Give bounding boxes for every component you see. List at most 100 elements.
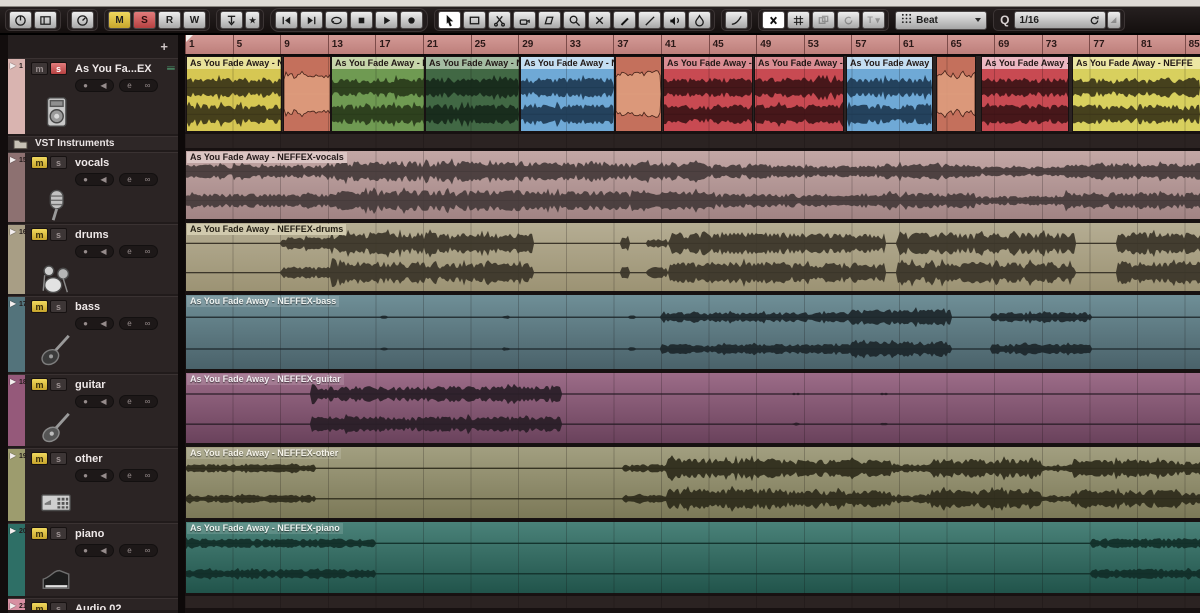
track-edit-button[interactable]: e (124, 319, 135, 328)
erase-tool[interactable] (538, 11, 562, 29)
record-button[interactable] (400, 11, 424, 29)
track-monitor-button[interactable]: ◀ (98, 319, 109, 328)
track-edit-button[interactable]: e (124, 397, 135, 406)
track-name[interactable]: Audio 02 (75, 603, 121, 611)
autoscroll-button[interactable] (220, 11, 243, 29)
track-color-strip[interactable]: ▶ 20 (8, 524, 27, 596)
instrument-clip[interactable]: As You Fade Away - NE (754, 56, 844, 132)
track-row-audio-02[interactable]: ▶ 21 m s Audio 02 (8, 598, 178, 610)
track-link-button[interactable]: ∞ (142, 546, 153, 555)
quantize-panel-button[interactable]: ◢ (1106, 11, 1121, 29)
track-solo-button[interactable]: s (50, 228, 67, 241)
track-expand-arrow[interactable]: ▶ (10, 299, 16, 308)
track-mute-button[interactable]: m (31, 527, 48, 540)
activate-project-button[interactable] (9, 11, 32, 29)
audio-clip-bass[interactable]: As You Fade Away - NEFFEX-bass (185, 294, 1200, 370)
grid-button[interactable] (787, 11, 811, 29)
instrument-clip[interactable]: As You Fade Away - NE (331, 56, 425, 132)
track-link-button[interactable]: ∞ (142, 319, 153, 328)
track-expand-arrow[interactable]: ▶ (10, 155, 16, 164)
track-record-button[interactable]: ● (80, 397, 91, 406)
track-link-button[interactable]: ∞ (142, 397, 153, 406)
instrument-clip[interactable]: As You Fade Away - NE (186, 56, 282, 132)
audio-clip-piano[interactable]: As You Fade Away - NEFFEX-piano (185, 521, 1200, 594)
track-monitor-button[interactable]: ◀ (98, 81, 109, 90)
goto-start-button[interactable] (275, 11, 299, 29)
instrument-clip[interactable]: As You Fade Away - NE (663, 56, 753, 132)
quantize-value-field[interactable]: 1/16 (1013, 11, 1106, 29)
track-edit-button[interactable]: e (124, 471, 135, 480)
track-link-button[interactable]: ∞ (142, 81, 153, 90)
track-row-folder[interactable]: VST Instruments (8, 136, 178, 150)
track-color-strip[interactable]: ▶ 15 (8, 153, 27, 222)
panel-divider[interactable] (178, 35, 185, 613)
track-name[interactable]: vocals (75, 157, 109, 169)
instrument-clip[interactable]: As You Fade Away - NEFFE (1072, 56, 1200, 132)
track-edit-button[interactable]: e (124, 175, 135, 184)
split-tool[interactable] (488, 11, 512, 29)
audio-clip-other[interactable]: As You Fade Away - NEFFEX-other (185, 446, 1200, 519)
track-edit-button[interactable]: e (124, 81, 135, 90)
track-color-strip[interactable]: ▶ 21 (8, 599, 27, 610)
track-record-button[interactable]: ● (80, 81, 91, 90)
write-automation-button[interactable]: W (183, 11, 206, 29)
range-tool[interactable] (463, 11, 487, 29)
instrument-clip[interactable] (936, 56, 976, 132)
track-row-drums[interactable]: ▶ 16 m s drums ● ◀ e ∞ (8, 224, 178, 294)
instrument-clip[interactable]: As You Fade Away - NE (520, 56, 615, 132)
zoom-tool[interactable] (563, 11, 587, 29)
stop-button[interactable] (350, 11, 374, 29)
setup-window-layout-button[interactable] (34, 11, 57, 29)
audio-clip-drums[interactable]: As You Fade Away - NEFFEX-drums (185, 222, 1200, 292)
track-name[interactable]: piano (75, 528, 104, 540)
timeline-ruler[interactable]: 1 5 9 13 17 21 25 29 33 37 41 45 49 53 57 61 65 69 73 77 81 8… (185, 35, 1200, 56)
track-expand-arrow[interactable]: ▶ (10, 227, 16, 236)
track-solo-button[interactable]: s (50, 602, 67, 610)
track-name[interactable]: guitar (75, 379, 106, 391)
glue-tool[interactable] (513, 11, 537, 29)
track-row-vocals[interactable]: ▶ 15 m s vocals ● ◀ e ∞ (8, 152, 178, 222)
mute-tool[interactable] (588, 11, 612, 29)
play-tool[interactable] (663, 11, 687, 29)
track-solo-button[interactable]: s (50, 62, 67, 75)
track-solo-button[interactable]: s (50, 156, 67, 169)
track-link-button[interactable]: ∞ (142, 175, 153, 184)
track-name[interactable]: bass (75, 301, 100, 313)
track-monitor-button[interactable]: ◀ (98, 471, 109, 480)
track-expand-arrow[interactable]: ▶ (10, 61, 16, 70)
track-edit-button[interactable]: e (124, 546, 135, 555)
track-link-button[interactable]: ∞ (142, 471, 153, 480)
track-record-button[interactable]: ● (80, 471, 91, 480)
track-row-bass[interactable]: ▶ 17 m s bass ● ◀ e ∞ (8, 296, 178, 372)
draw-tool[interactable] (613, 11, 637, 29)
track-solo-button[interactable]: s (50, 452, 67, 465)
track-mute-button[interactable]: m (31, 602, 48, 610)
track-link-button[interactable]: ∞ (142, 247, 153, 256)
track-monitor-button[interactable]: ◀ (98, 546, 109, 555)
mute-all-button[interactable]: M (108, 11, 131, 29)
track-mute-button[interactable]: m (31, 228, 48, 241)
track-name[interactable]: drums (75, 229, 109, 241)
instrument-clip[interactable]: As You Fade Away - NE (425, 56, 520, 132)
track-row-other[interactable]: ▶ 19 m s other ● ◀ e ∞ (8, 448, 178, 521)
track-monitor-button[interactable]: ◀ (98, 247, 109, 256)
track-color-strip[interactable]: ▶ 18 (8, 375, 27, 446)
autoscroll-options-button[interactable]: ★ (245, 11, 261, 29)
track-mute-button[interactable]: m (31, 62, 48, 75)
track-record-button[interactable]: ● (80, 175, 91, 184)
track-color-strip[interactable]: ▶ 1 (8, 59, 25, 134)
track-color-strip[interactable]: ▶ 19 (8, 449, 27, 521)
track-mute-button[interactable]: m (31, 378, 48, 391)
snap-button[interactable] (762, 11, 786, 29)
snap-type-button[interactable] (812, 11, 836, 29)
instrument-clip[interactable]: As You Fade Away - NE (981, 56, 1069, 132)
read-automation-button[interactable]: R (158, 11, 181, 29)
track-row-piano[interactable]: ▶ 20 m s piano ● ◀ e ∞ (8, 523, 178, 596)
track-expand-arrow[interactable]: ▶ (10, 601, 16, 610)
select-tool[interactable] (438, 11, 462, 29)
instrument-clip[interactable]: As You Fade Away - NE (846, 56, 933, 132)
track-name[interactable]: other (75, 453, 103, 465)
grid-mode-dropdown[interactable]: Beat (895, 10, 988, 30)
track-expand-arrow[interactable]: ▶ (10, 377, 16, 386)
track-name[interactable]: As You Fa...EX (75, 63, 152, 75)
